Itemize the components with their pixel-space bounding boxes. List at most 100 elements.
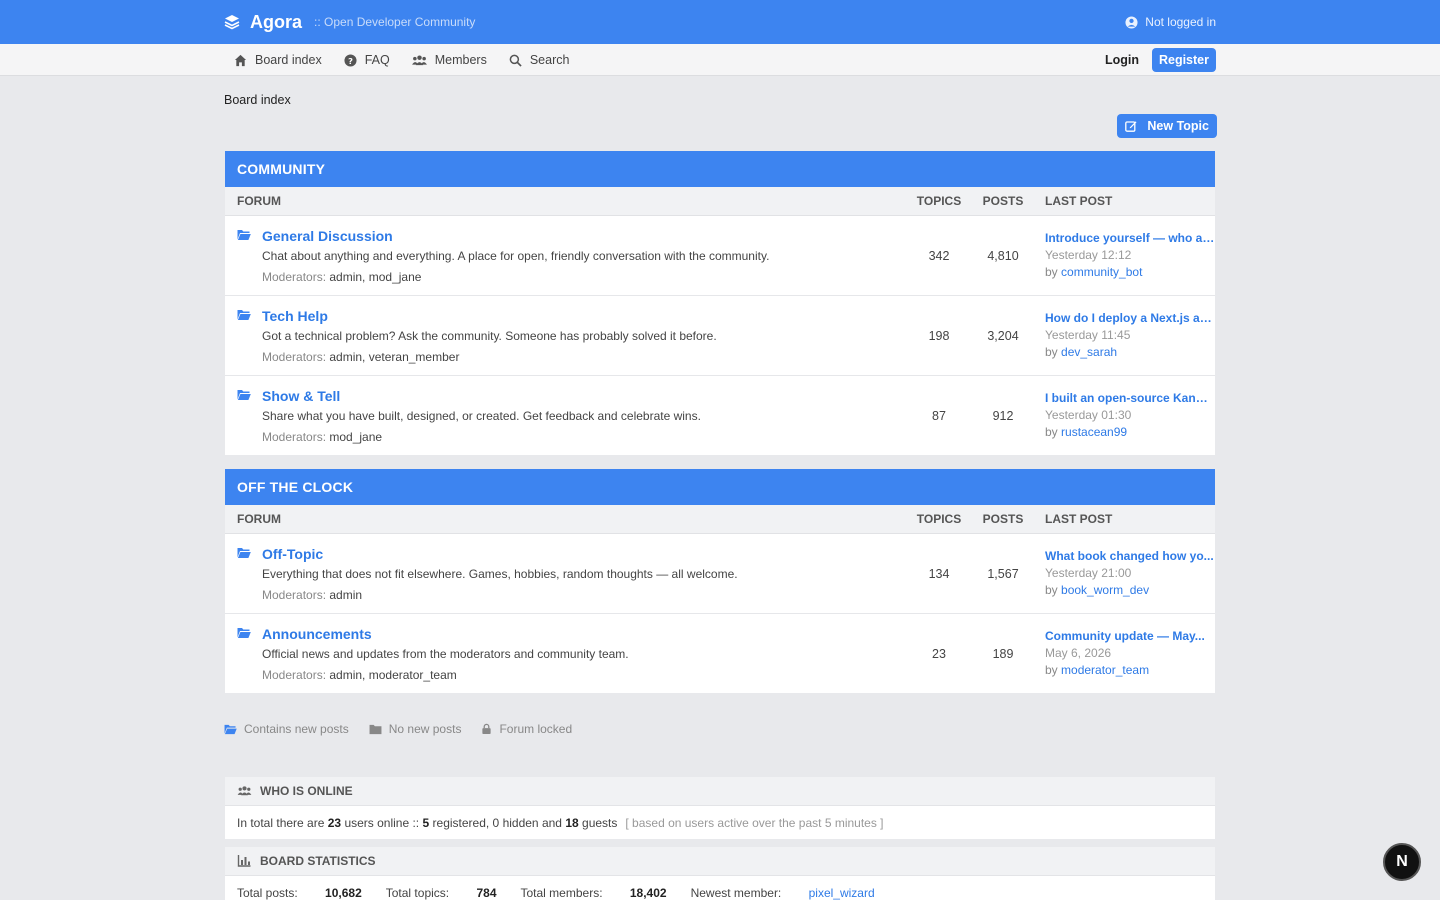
category-community: COMMUNITY FORUM TOPICS POSTS LAST POST G… — [225, 151, 1215, 455]
online-note: [ based on users active over the past 5 … — [625, 815, 884, 830]
online-total: 23 — [327, 815, 342, 830]
last-post-date: Yesterday 01:30 — [1045, 408, 1132, 422]
folder-open-icon — [237, 310, 251, 320]
folder-icon — [369, 724, 382, 734]
col-forum: FORUM — [237, 512, 281, 526]
last-post: Introduce yourself — who ar... Yesterday… — [1035, 230, 1215, 281]
board-statistics-header: BOARD STATISTICS — [225, 847, 1215, 876]
forum-moderators: Moderators: admin, mod_jane — [262, 270, 421, 284]
last-post-date: May 6, 2026 — [1045, 646, 1112, 660]
question-icon: ? — [344, 53, 357, 67]
col-posts: POSTS — [982, 512, 1024, 526]
login-link[interactable]: Login — [1105, 53, 1139, 67]
category-title[interactable]: OFF THE CLOCK — [225, 469, 1215, 505]
board-statistics-title: BOARD STATISTICS — [260, 854, 376, 868]
mods-label: Moderators: — [262, 588, 327, 602]
legend-no-new-posts-label: No new posts — [388, 722, 462, 736]
last-post-user[interactable]: rustacean99 — [1061, 425, 1127, 439]
board-statistics-body: Total posts: 10,682 Total topics: 784 To… — [225, 876, 1215, 900]
mods-list[interactable]: mod_jane — [329, 430, 382, 444]
last-post-title[interactable]: I built an open-source Kanba... — [1045, 390, 1215, 407]
nav-faq[interactable]: ? FAQ — [344, 53, 390, 67]
stat-newest-member: Newest member: pixel_wizard — [691, 886, 875, 900]
forum-title[interactable]: Announcements — [262, 626, 629, 642]
nav-links: Board index ? FAQ Members Search — [234, 53, 591, 67]
last-post-user[interactable]: moderator_team — [1061, 663, 1149, 677]
mods-list[interactable]: admin, mod_jane — [329, 270, 421, 284]
column-headers: FORUM TOPICS POSTS LAST POST — [225, 505, 1215, 534]
legend-locked: Forum locked — [481, 722, 572, 736]
forum-moderators: Moderators: admin — [262, 588, 362, 602]
last-post-user[interactable]: dev_sarah — [1061, 345, 1117, 359]
last-post-author: by book_worm_dev — [1045, 582, 1215, 599]
brand-name[interactable]: Agora — [250, 12, 302, 33]
members-icon — [237, 786, 252, 796]
nav-board-index[interactable]: Board index — [234, 53, 322, 67]
members-icon — [411, 54, 427, 65]
forum-description: Everything that does not fit elsewhere. … — [262, 567, 738, 581]
newest-member-link[interactable]: pixel_wizard — [809, 886, 875, 900]
bar-chart-icon — [237, 855, 251, 867]
lock-icon — [482, 723, 492, 735]
mods-list[interactable]: admin, veteran_member — [329, 350, 459, 364]
stat-total-members-value: 18,402 — [629, 885, 667, 900]
forum-moderators: Moderators: admin, moderator_team — [262, 668, 457, 682]
who-is-online-body: In total there are 23 users online :: 5 … — [225, 806, 1215, 839]
forum-description: Got a technical problem? Ask the communi… — [262, 329, 717, 343]
online-prefix: In total there are — [237, 815, 325, 830]
nav-board-index-label: Board index — [255, 53, 322, 67]
post-count: 1,567 — [987, 566, 1019, 581]
by-label: by — [1045, 345, 1058, 359]
forum-description: Share what you have built, designed, or … — [262, 409, 701, 423]
who-is-online-header: WHO IS ONLINE — [225, 777, 1215, 806]
search-icon — [509, 54, 522, 67]
mods-list[interactable]: admin — [329, 588, 362, 602]
nav-bar: Board index ? FAQ Members Search Login R… — [0, 44, 1440, 76]
topic-count: 87 — [932, 408, 946, 423]
forum-title[interactable]: Off-Topic — [262, 546, 738, 562]
breadcrumb[interactable]: Board index — [224, 93, 1216, 108]
col-topics: TOPICS — [916, 194, 962, 208]
forum-title[interactable]: Tech Help — [262, 308, 717, 324]
last-post-user[interactable]: book_worm_dev — [1061, 583, 1149, 597]
user-status: Not logged in — [1125, 15, 1216, 29]
stat-total-topics: Total topics: 784 — [386, 886, 497, 900]
forum-title[interactable]: Show & Tell — [262, 388, 701, 404]
online-guests: 18 — [565, 815, 579, 830]
register-button[interactable]: Register — [1151, 48, 1216, 72]
topic-count: 134 — [928, 566, 950, 581]
nav-members[interactable]: Members — [411, 53, 487, 67]
last-post-title[interactable]: How do I deploy a Next.js ap... — [1045, 310, 1215, 327]
last-post-title[interactable]: Introduce yourself — who ar... — [1045, 230, 1215, 247]
topic-count: 198 — [928, 328, 950, 343]
col-last-post: LAST POST — [1045, 194, 1113, 208]
post-count: 189 — [992, 646, 1014, 661]
forum-moderators: Moderators: mod_jane — [262, 430, 382, 444]
mods-list[interactable]: admin, moderator_team — [329, 668, 456, 682]
legend-new-posts-label: Contains new posts — [244, 722, 349, 736]
stat-total-topics-label: Total topics: — [385, 885, 450, 900]
nav-search-label: Search — [529, 53, 570, 67]
layers-icon — [224, 15, 240, 30]
user-status-label: Not logged in — [1145, 15, 1216, 29]
last-post-author: by rustacean99 — [1045, 424, 1215, 441]
col-last-post: LAST POST — [1045, 512, 1113, 526]
last-post-title[interactable]: What book changed how yo... — [1045, 548, 1215, 565]
actions-bar: New Topic — [224, 114, 1217, 138]
last-post-title[interactable]: Community update — May... — [1045, 628, 1215, 645]
nextjs-badge[interactable]: N — [1383, 843, 1421, 881]
board-statistics-panel: BOARD STATISTICS Total posts: 10,682 Tot… — [225, 847, 1215, 900]
by-label: by — [1045, 425, 1058, 439]
col-topics: TOPICS — [916, 512, 962, 526]
new-topic-button[interactable]: New Topic — [1117, 114, 1217, 138]
category-title[interactable]: COMMUNITY — [225, 151, 1215, 187]
new-topic-label: New Topic — [1147, 119, 1209, 133]
last-post-date: Yesterday 12:12 — [1045, 248, 1132, 262]
forum-title[interactable]: General Discussion — [262, 228, 769, 244]
last-post-user[interactable]: community_bot — [1061, 265, 1142, 279]
nav-search[interactable]: Search — [509, 53, 570, 67]
legend-new-posts: Contains new posts — [224, 722, 349, 736]
last-post: I built an open-source Kanba... Yesterda… — [1035, 390, 1215, 441]
brand-tagline: :: Open Developer Community — [314, 15, 476, 29]
brand[interactable]: Agora :: Open Developer Community — [224, 12, 475, 33]
